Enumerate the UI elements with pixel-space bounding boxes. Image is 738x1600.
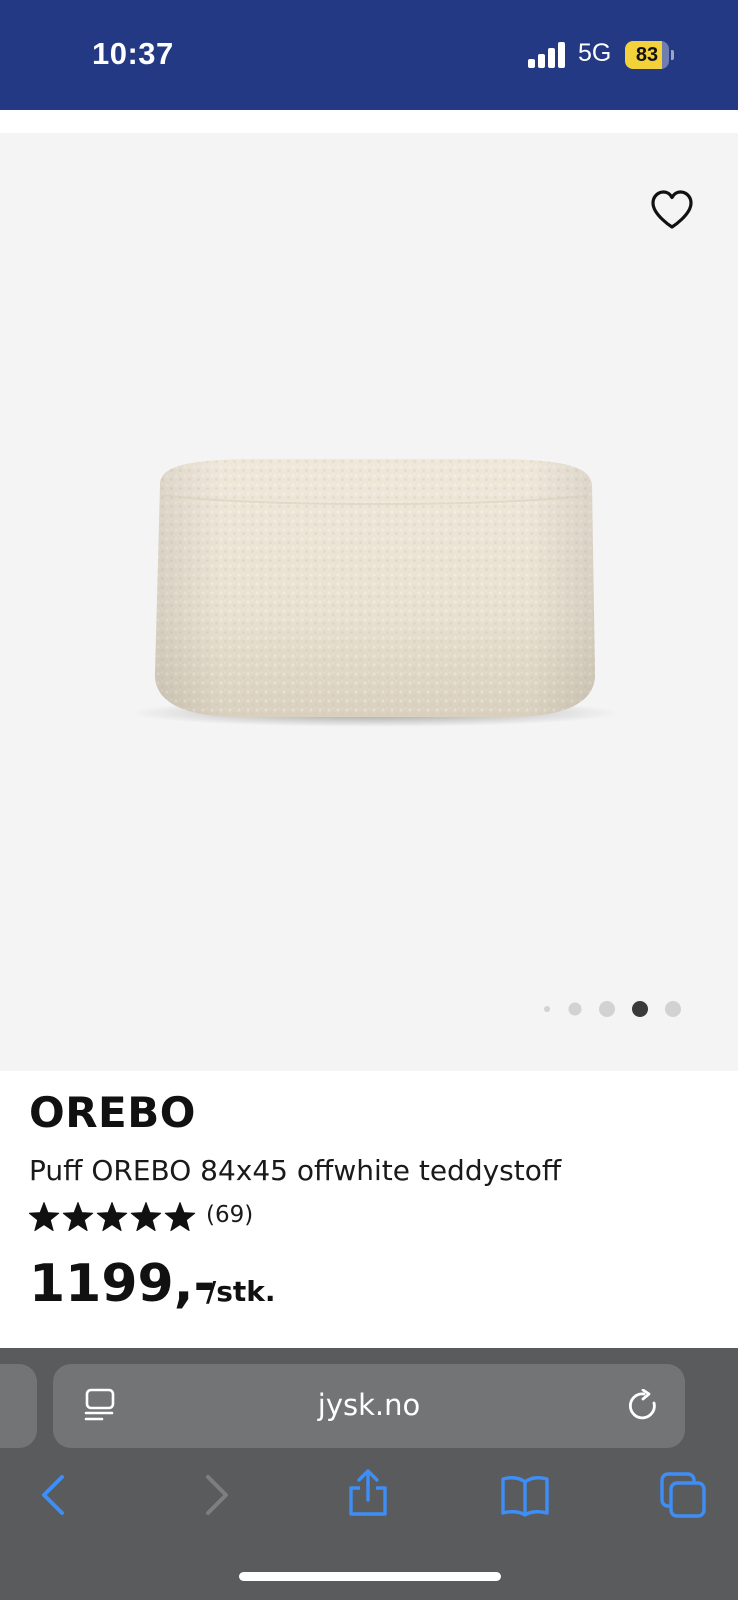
url-text[interactable]: jysk.no (53, 1388, 685, 1422)
battery-percent: 83 (635, 44, 659, 66)
status-time: 10:37 (92, 36, 174, 71)
review-count[interactable]: (69) (206, 1202, 253, 1228)
reload-icon[interactable] (627, 1389, 661, 1423)
carousel-dot[interactable] (544, 1006, 550, 1012)
previous-tab-preview[interactable] (0, 1364, 37, 1448)
signal-strength-icon (528, 42, 565, 68)
star-icon (96, 1202, 128, 1232)
star-icon (62, 1202, 94, 1232)
brand-title: OREBO (29, 1088, 196, 1137)
tabs-icon[interactable] (658, 1470, 708, 1520)
carousel-dot[interactable] (568, 1002, 582, 1016)
share-icon[interactable] (343, 1468, 393, 1518)
product-name: Puff OREBO 84x45 offwhite teddystoff (29, 1154, 562, 1187)
price-unit: /stk. (206, 1275, 276, 1308)
star-icon (164, 1202, 196, 1232)
back-icon[interactable] (30, 1470, 80, 1520)
home-indicator[interactable] (239, 1572, 501, 1581)
rating-stars[interactable] (29, 1200, 199, 1234)
carousel-dot-active[interactable] (632, 1001, 648, 1017)
price: 1199,- (29, 1254, 216, 1314)
network-type: 5G (578, 39, 612, 67)
product-image (130, 459, 620, 727)
status-bar: 10:37 5G 83 (0, 0, 738, 110)
heart-outline-icon[interactable] (648, 188, 696, 232)
star-icon (29, 1202, 60, 1232)
forward-icon[interactable] (190, 1470, 240, 1520)
carousel-dot[interactable] (599, 1001, 615, 1017)
battery-icon: 83 (625, 41, 674, 69)
bookmarks-icon[interactable] (500, 1470, 550, 1520)
star-icon (130, 1202, 162, 1232)
carousel-dot[interactable] (665, 1001, 681, 1017)
carousel-indicator[interactable] (540, 998, 690, 1020)
